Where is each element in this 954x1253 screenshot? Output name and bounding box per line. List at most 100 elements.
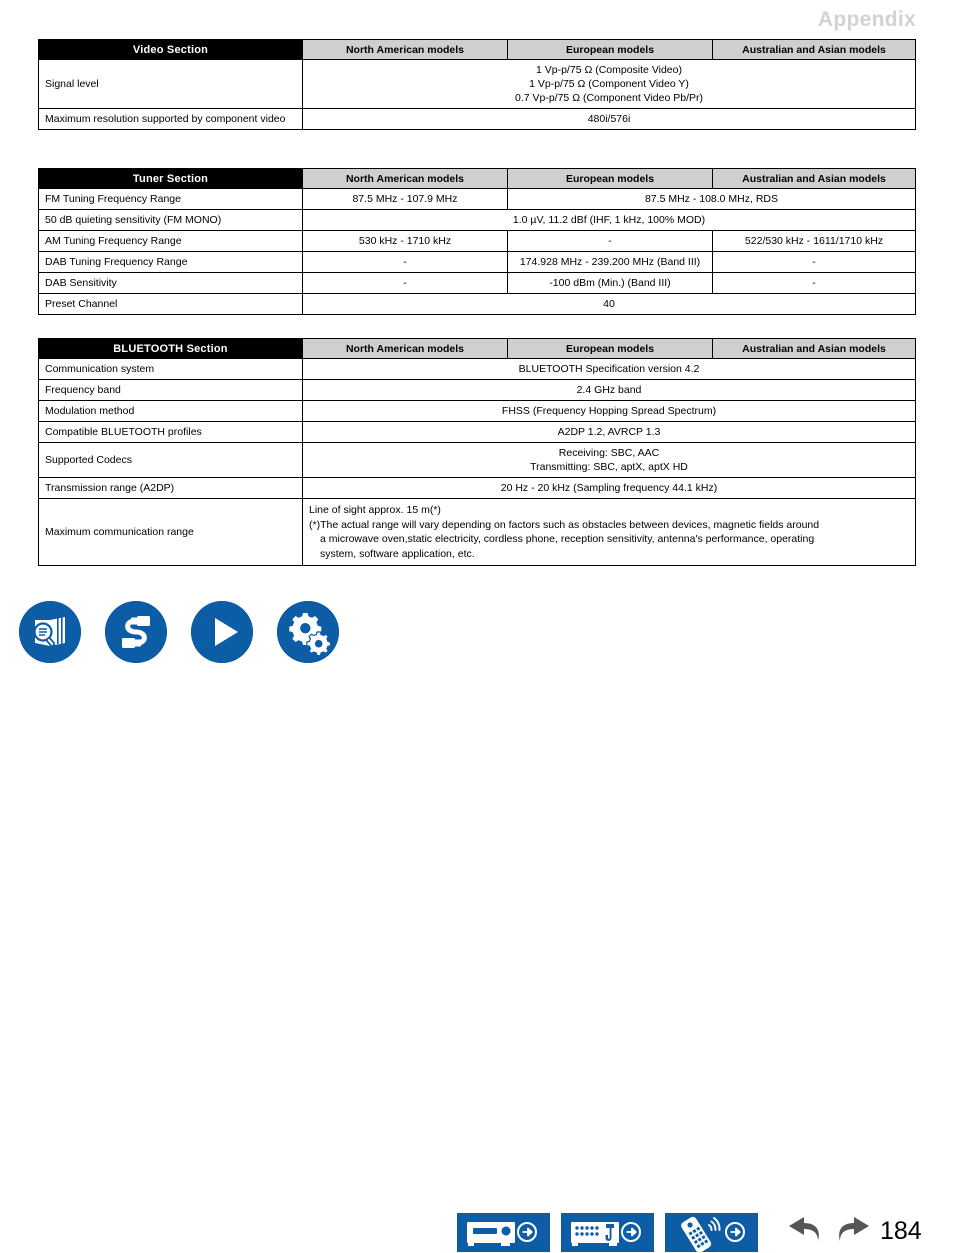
max-range-note: Line of sight approx. 15 m(*) (*)The act… xyxy=(309,503,911,561)
forward-arrow-icon xyxy=(839,1217,869,1241)
remote-control-nav-button[interactable] xyxy=(665,1213,758,1252)
back-nav-button[interactable] xyxy=(784,1213,826,1253)
section-title-tuner: Tuner Section xyxy=(38,168,303,189)
row-label-am-range: AM Tuning Frequency Range xyxy=(38,230,303,252)
row-label-supported-codecs: Supported Codecs xyxy=(38,442,303,478)
row-label-preset-channel: Preset Channel xyxy=(38,293,303,315)
row-label-fm-range: FM Tuning Frequency Range xyxy=(38,188,303,210)
tuner-section-table: Tuner Section North American models Euro… xyxy=(38,168,916,315)
column-header-european: European models xyxy=(507,39,713,60)
rear-panel-icon xyxy=(561,1213,654,1252)
back-arrow-icon xyxy=(789,1217,819,1241)
row-label-frequency-band: Frequency band xyxy=(38,379,303,401)
table-row: AM Tuning Frequency Range 530 kHz - 1710… xyxy=(38,230,916,252)
signal-level-line-2: 1 Vp-p/75 Ω (Component Video Y) xyxy=(529,78,689,90)
row-value-dab-range-na: - xyxy=(302,251,508,273)
table-row: Communication system BLUETOOTH Specifica… xyxy=(38,358,916,380)
row-label-dab-range: DAB Tuning Frequency Range xyxy=(38,251,303,273)
max-range-line-2: (*)The actual range will vary depending … xyxy=(309,518,820,531)
row-value-am-range-au: 522/530 kHz - 1611/1710 kHz xyxy=(712,230,916,252)
row-value-communication-system: BLUETOOTH Specification version 4.2 xyxy=(302,358,916,380)
page-title: Appendix xyxy=(817,8,916,31)
remote-control-icon xyxy=(665,1213,758,1252)
row-value-fm-range-eu-au: 87.5 MHz - 108.0 MHz, RDS xyxy=(507,188,916,210)
row-value-max-resolution: 480i/576i xyxy=(302,108,916,130)
column-header-australian-asian: Australian and Asian models xyxy=(712,338,916,359)
table-row: Transmission range (A2DP) 20 Hz - 20 kHz… xyxy=(38,477,916,499)
table-row: FM Tuning Frequency Range 87.5 MHz - 107… xyxy=(38,188,916,210)
table-row: Preset Channel 40 xyxy=(38,293,916,315)
max-range-line-3: a microwave oven,static electricity, cor… xyxy=(320,533,815,545)
section-title-video: Video Section xyxy=(38,39,303,60)
row-value-am-range-eu: - xyxy=(507,230,713,252)
column-header-north-american: North American models xyxy=(302,168,508,189)
table-row: Maximum resolution supported by componen… xyxy=(38,108,916,130)
forward-nav-button[interactable] xyxy=(832,1213,874,1253)
row-value-max-communication-range: Line of sight approx. 15 m(*) (*)The act… xyxy=(302,498,916,566)
row-label-communication-system: Communication system xyxy=(38,358,303,380)
row-label-max-resolution: Maximum resolution supported by componen… xyxy=(38,108,303,130)
codecs-line-2: Transmitting: SBC, aptX, aptX HD xyxy=(530,461,688,473)
table-row: Maximum communication range Line of sigh… xyxy=(38,498,916,566)
column-header-european: European models xyxy=(507,338,713,359)
row-label-dab-sensitivity: DAB Sensitivity xyxy=(38,272,303,294)
row-value-transmission-range: 20 Hz - 20 kHz (Sampling frequency 44.1 … xyxy=(302,477,916,499)
play-icon xyxy=(191,601,253,663)
row-value-frequency-band: 2.4 GHz band xyxy=(302,379,916,401)
table-row: Signal level 1 Vp-p/75 Ω (Composite Vide… xyxy=(38,59,916,109)
front-panel-nav-button[interactable] xyxy=(457,1213,550,1252)
connections-icon xyxy=(105,601,167,663)
row-label-signal-level: Signal level xyxy=(38,59,303,109)
playback-nav-button[interactable] xyxy=(191,601,253,663)
codecs-line-1: Receiving: SBC, AAC xyxy=(558,447,660,459)
row-value-supported-codecs: Receiving: SBC, AAC Transmitting: SBC, a… xyxy=(302,442,916,478)
row-label-modulation-method: Modulation method xyxy=(38,400,303,422)
row-value-fm-range-na: 87.5 MHz - 107.9 MHz xyxy=(302,188,508,210)
column-header-north-american: North American models xyxy=(302,338,508,359)
row-value-dab-sensitivity-au: - xyxy=(712,272,916,294)
footer-navigation: 184 xyxy=(0,596,954,1252)
table-header-row: Tuner Section North American models Euro… xyxy=(38,168,916,189)
gear-icon xyxy=(277,601,339,663)
table-row: Compatible BLUETOOTH profiles A2DP 1.2, … xyxy=(38,421,916,443)
table-row: Supported Codecs Receiving: SBC, AAC Tra… xyxy=(38,442,916,478)
row-value-profiles: A2DP 1.2, AVRCP 1.3 xyxy=(302,421,916,443)
row-value-signal-level: 1 Vp-p/75 Ω (Composite Video) 1 Vp-p/75 … xyxy=(302,59,916,109)
row-value-preset-channel: 40 xyxy=(302,293,916,315)
row-value-modulation-method: FHSS (Frequency Hopping Spread Spectrum) xyxy=(302,400,916,422)
row-label-max-communication-range: Maximum communication range xyxy=(38,498,303,566)
reference-icon xyxy=(19,601,81,663)
column-header-australian-asian: Australian and Asian models xyxy=(712,168,916,189)
bluetooth-section-table: BLUETOOTH Section North American models … xyxy=(38,338,916,566)
column-header-australian-asian: Australian and Asian models xyxy=(712,39,916,60)
max-range-line-4: system, software application, etc. xyxy=(320,547,475,560)
table-row: Modulation method FHSS (Frequency Hoppin… xyxy=(38,400,916,422)
rear-panel-nav-button[interactable] xyxy=(561,1213,654,1252)
section-title-bluetooth: BLUETOOTH Section xyxy=(38,338,303,359)
table-row: Frequency band 2.4 GHz band xyxy=(38,379,916,401)
table-row: 50 dB quieting sensitivity (FM MONO) 1.0… xyxy=(38,209,916,231)
column-header-european: European models xyxy=(507,168,713,189)
table-row: DAB Sensitivity - -100 dBm (Min.) (Band … xyxy=(38,272,916,294)
table-header-row: Video Section North American models Euro… xyxy=(38,39,916,60)
row-value-am-range-na: 530 kHz - 1710 kHz xyxy=(302,230,508,252)
connections-nav-button[interactable] xyxy=(105,601,167,663)
video-section-table: Video Section North American models Euro… xyxy=(38,39,916,130)
table-header-row: BLUETOOTH Section North American models … xyxy=(38,338,916,359)
row-label-quieting-sensitivity: 50 dB quieting sensitivity (FM MONO) xyxy=(38,209,303,231)
row-value-dab-sensitivity-eu: -100 dBm (Min.) (Band III) xyxy=(507,272,713,294)
row-value-dab-range-au: - xyxy=(712,251,916,273)
max-range-line-1: Line of sight approx. 15 m(*) xyxy=(309,504,441,516)
row-value-dab-range-eu: 174.928 MHz - 239.200 MHz (Band III) xyxy=(507,251,713,273)
row-label-profiles: Compatible BLUETOOTH profiles xyxy=(38,421,303,443)
row-value-dab-sensitivity-na: - xyxy=(302,272,508,294)
reference-nav-button[interactable] xyxy=(19,601,81,663)
row-value-quieting-sensitivity: 1.0 µV, 11.2 dBf (IHF, 1 kHz, 100% MOD) xyxy=(302,209,916,231)
setup-nav-button[interactable] xyxy=(277,601,339,663)
signal-level-line-3: 0.7 Vp-p/75 Ω (Component Video Pb/Pr) xyxy=(514,92,703,104)
page-number: 184 xyxy=(880,1217,922,1245)
column-header-north-american: North American models xyxy=(302,39,508,60)
signal-level-line-1: 1 Vp-p/75 Ω (Composite Video) xyxy=(536,64,682,76)
row-label-transmission-range: Transmission range (A2DP) xyxy=(38,477,303,499)
table-row: DAB Tuning Frequency Range - 174.928 MHz… xyxy=(38,251,916,273)
